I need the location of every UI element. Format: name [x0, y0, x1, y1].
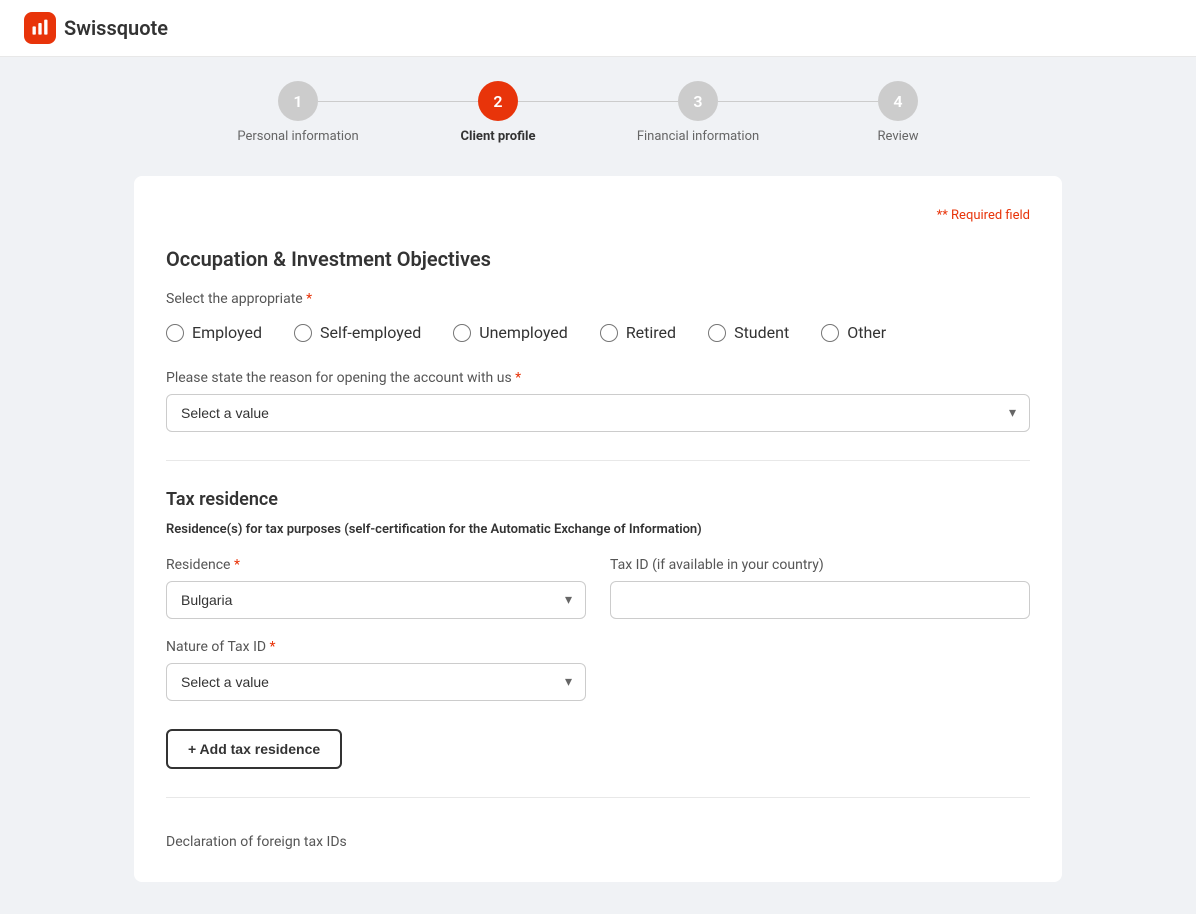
tax-id-input[interactable]	[610, 581, 1030, 619]
steps-container: 1 Personal information 2 Client profile …	[0, 57, 1196, 160]
radio-retired-label: Retired	[626, 323, 676, 342]
occupation-section-title: Occupation & Investment Objectives	[166, 247, 1030, 271]
residence-row: Residence * Bulgaria Tax ID (if availabl…	[166, 557, 1030, 639]
tax-note: Residence(s) for tax purposes (self-cert…	[166, 522, 1030, 537]
reason-field-group: Please state the reason for opening the …	[166, 370, 1030, 432]
radio-other-input[interactable]	[821, 324, 839, 342]
add-tax-residence-label: + Add tax residence	[188, 741, 320, 757]
step-3-label: Financial information	[637, 129, 759, 144]
nature-field-group: Nature of Tax ID * Select a value	[166, 639, 586, 701]
tax-id-label: Tax ID (if available in your country)	[610, 557, 1030, 573]
radio-retired-input[interactable]	[600, 324, 618, 342]
step-client-profile[interactable]: 2 Client profile	[398, 81, 598, 144]
radio-employed-label: Employed	[192, 323, 262, 342]
residence-field-group: Residence * Bulgaria	[166, 557, 586, 619]
radio-employed-input[interactable]	[166, 324, 184, 342]
reason-select[interactable]: Select a value	[166, 394, 1030, 432]
tax-id-field-group: Tax ID (if available in your country)	[610, 557, 1030, 619]
header: Swissquote	[0, 0, 1196, 57]
logo-text: Swissquote	[64, 16, 168, 40]
section-divider-1	[166, 460, 1030, 461]
nature-select-wrapper: Select a value	[166, 663, 586, 701]
radio-student[interactable]: Student	[708, 323, 789, 342]
add-tax-residence-button[interactable]: + Add tax residence	[166, 729, 342, 769]
step-2-circle: 2	[478, 81, 518, 121]
reason-label: Please state the reason for opening the …	[166, 370, 1030, 386]
residence-select[interactable]: Bulgaria	[166, 581, 586, 619]
step-4-circle: 4	[878, 81, 918, 121]
employment-type-label: Select the appropriate *	[166, 291, 1030, 307]
nature-select[interactable]: Select a value	[166, 663, 586, 701]
reason-select-wrapper: Select a value	[166, 394, 1030, 432]
radio-self-employed[interactable]: Self-employed	[294, 323, 421, 342]
residence-select-wrapper: Bulgaria	[166, 581, 586, 619]
nature-label: Nature of Tax ID *	[166, 639, 586, 655]
main-content: ** Required field Occupation & Investmen…	[118, 160, 1078, 914]
residence-label: Residence *	[166, 557, 586, 573]
form-card: ** Required field Occupation & Investmen…	[134, 176, 1062, 882]
step-3-circle: 3	[678, 81, 718, 121]
radio-student-label: Student	[734, 323, 789, 342]
required-note: ** Required field	[166, 208, 1030, 223]
tax-section-title: Tax residence	[166, 489, 1030, 510]
radio-employed[interactable]: Employed	[166, 323, 262, 342]
logo-icon	[24, 12, 56, 44]
radio-other-label: Other	[847, 323, 886, 342]
step-2-label: Client profile	[461, 129, 536, 144]
radio-unemployed-label: Unemployed	[479, 323, 568, 342]
logo: Swissquote	[24, 12, 168, 44]
step-1-label: Personal information	[237, 129, 358, 144]
section-divider-2	[166, 797, 1030, 798]
radio-unemployed-input[interactable]	[453, 324, 471, 342]
radio-unemployed[interactable]: Unemployed	[453, 323, 568, 342]
radio-self-employed-input[interactable]	[294, 324, 312, 342]
declaration-hint: Declaration of foreign tax IDs	[166, 826, 1030, 850]
employment-radio-group: Employed Self-employed Unemployed Retire…	[166, 323, 1030, 342]
step-personal-information[interactable]: 1 Personal information	[198, 81, 398, 144]
step-financial-information[interactable]: 3 Financial information	[598, 81, 798, 144]
step-review[interactable]: 4 Review	[798, 81, 998, 144]
radio-student-input[interactable]	[708, 324, 726, 342]
step-1-circle: 1	[278, 81, 318, 121]
radio-retired[interactable]: Retired	[600, 323, 676, 342]
swissquote-logo-svg	[30, 18, 50, 38]
radio-self-employed-label: Self-employed	[320, 323, 421, 342]
step-4-label: Review	[878, 129, 919, 144]
radio-other[interactable]: Other	[821, 323, 886, 342]
